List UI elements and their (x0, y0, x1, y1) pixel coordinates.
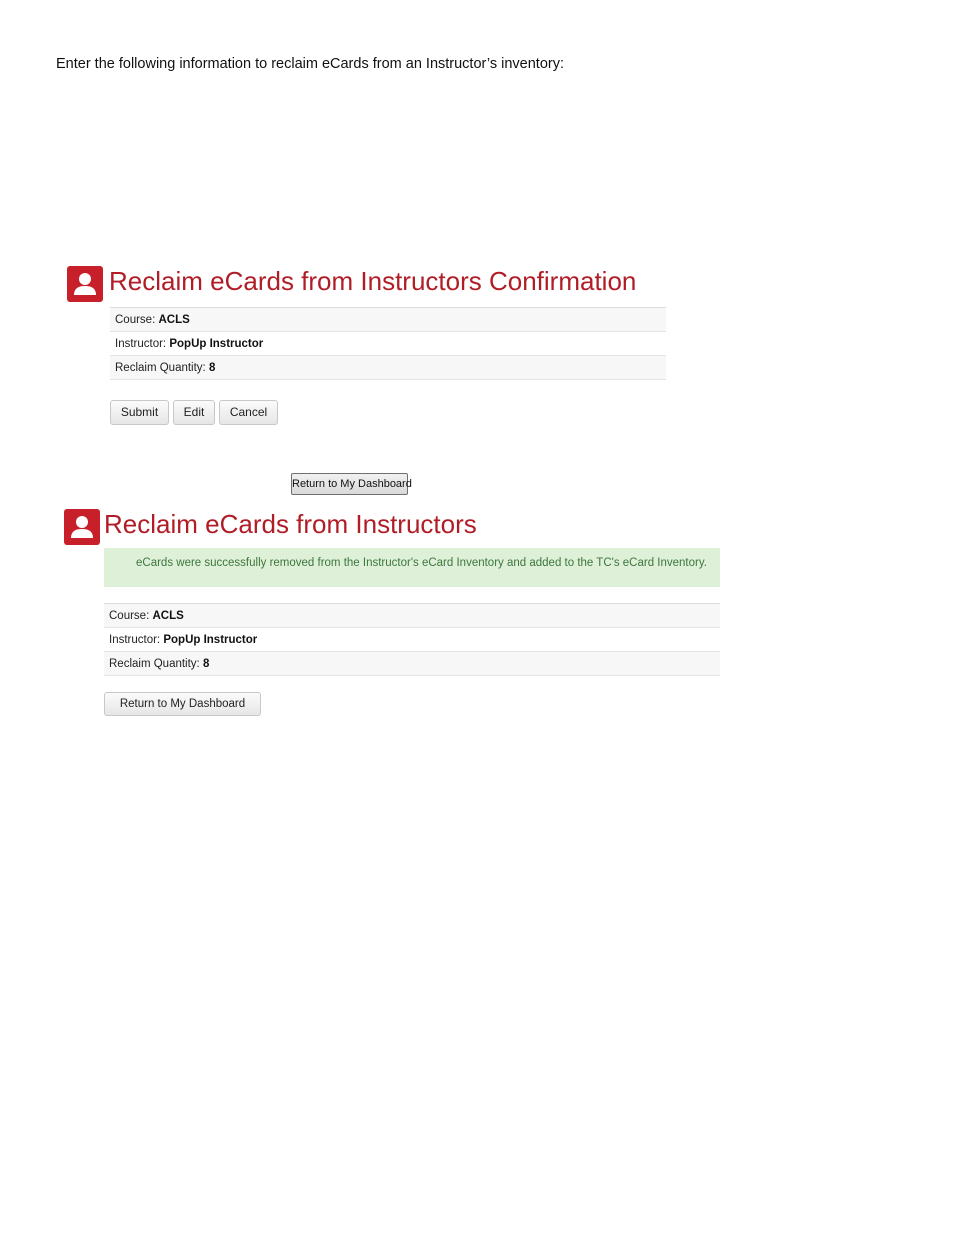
page-title: Reclaim eCards from Instructors (104, 509, 477, 539)
course-row: Course: ACLS (110, 308, 666, 332)
instructor-value: PopUp Instructor (169, 338, 264, 350)
instructor-row: Instructor: PopUp Instructor (104, 628, 720, 652)
user-icon (64, 509, 100, 545)
course-value: ACLS (152, 610, 184, 622)
confirmation-details-table: Course: ACLS Instructor: PopUp Instructo… (110, 307, 666, 380)
instructor-value: PopUp Instructor (163, 634, 258, 646)
return-to-dashboard-button[interactable]: Return to My Dashboard (291, 473, 412, 495)
success-alert: eCards were successfully removed from th… (104, 548, 720, 587)
user-icon (67, 266, 103, 302)
instructor-row: Instructor: PopUp Instructor (110, 332, 666, 356)
edit-button[interactable]: Edit (173, 400, 215, 425)
reclaim-quantity-value: 8 (202, 658, 210, 670)
course-value: ACLS (158, 314, 190, 326)
reclaim-quantity-value: 8 (208, 362, 216, 374)
submit-button[interactable]: Submit (110, 400, 169, 425)
reclaim-quantity-row: Reclaim Quantity: 8 (110, 356, 666, 380)
course-label: Course: (115, 314, 156, 326)
course-row: Course: ACLS (104, 604, 720, 628)
instructor-label: Instructor: (109, 634, 161, 646)
reclaim-quantity-label: Reclaim Quantity: (109, 658, 200, 670)
reclaim-quantity-label: Reclaim Quantity: (115, 362, 206, 374)
cancel-button[interactable]: Cancel (219, 400, 278, 425)
return-to-dashboard-button[interactable]: Return to My Dashboard (104, 692, 261, 716)
result-details-table: Course: ACLS Instructor: PopUp Instructo… (104, 603, 720, 676)
instructor-label: Instructor: (115, 338, 167, 350)
course-label: Course: (109, 610, 150, 622)
reclaim-quantity-row: Reclaim Quantity: 8 (104, 652, 720, 676)
page-title: Reclaim eCards from Instructors Confirma… (109, 266, 637, 296)
intro-text: Enter the following information to recla… (56, 56, 564, 72)
